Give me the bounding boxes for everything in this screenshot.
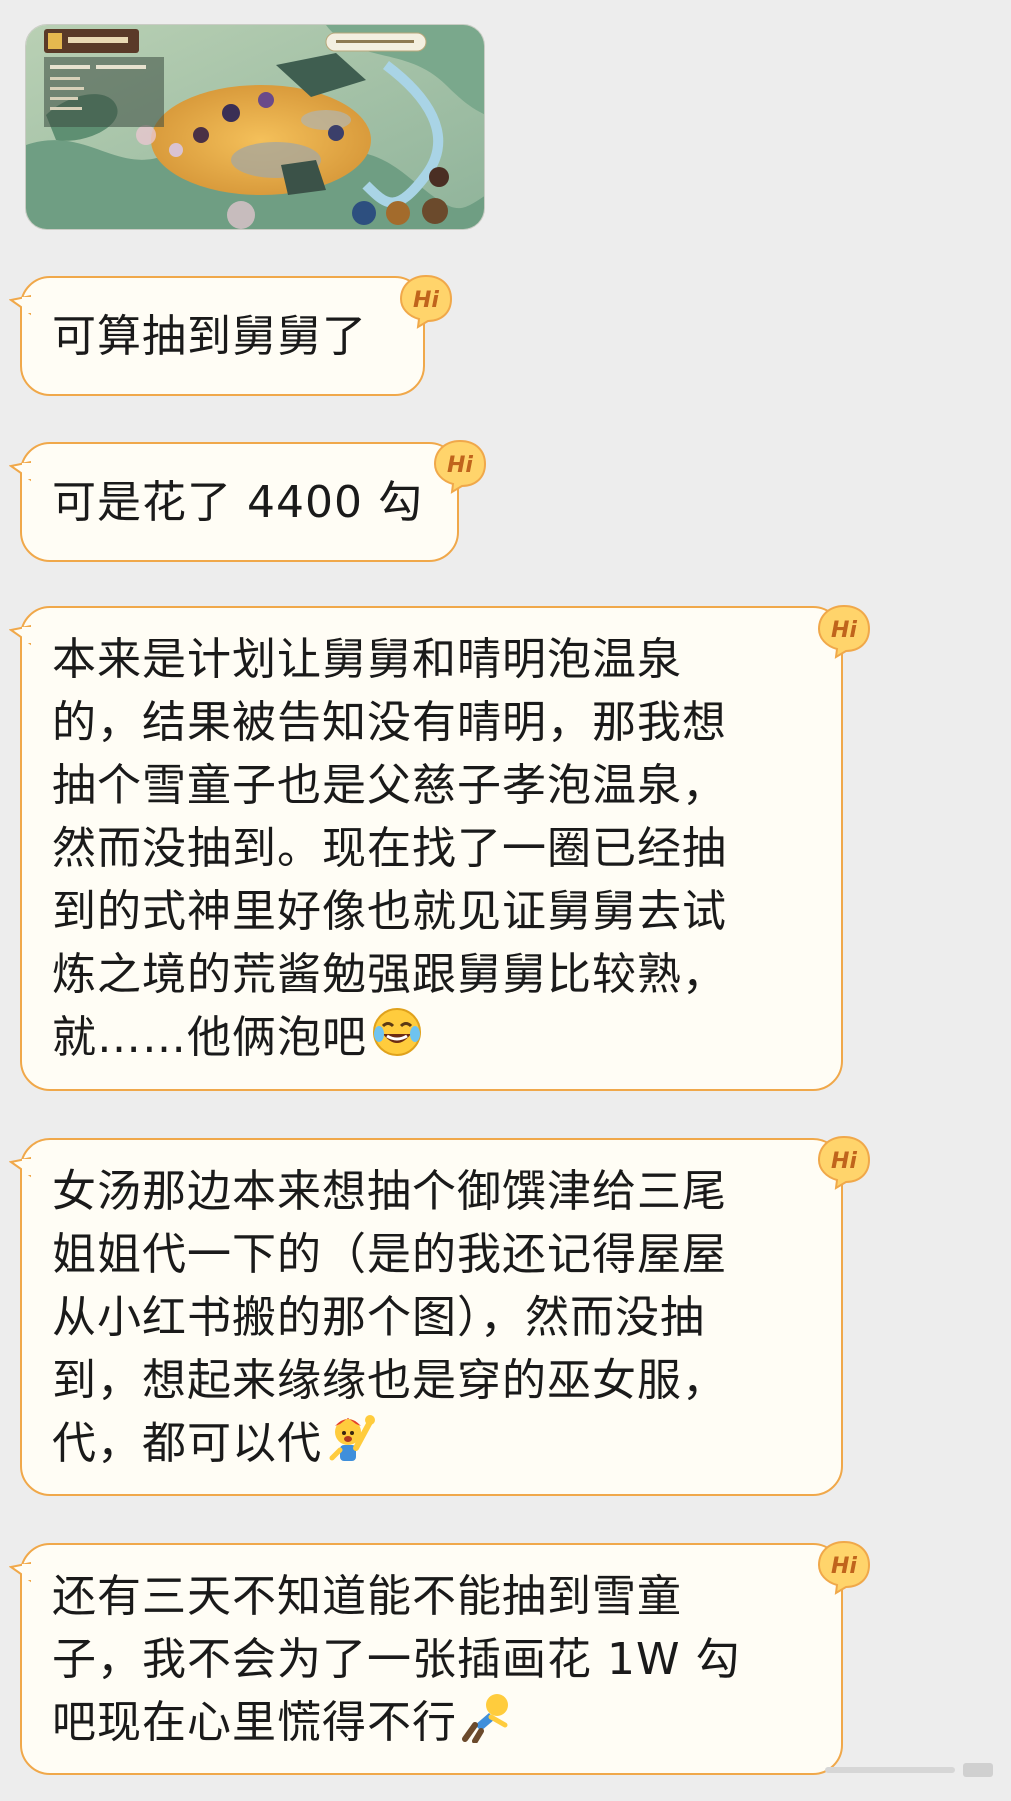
cheering-person-emoji [329,1415,375,1461]
bubble-tail [9,294,31,316]
hi-badge-icon: Hi [398,273,454,329]
message-bubble[interactable]: 可是花了 4400 勾 [9,442,459,562]
bubble-tail [9,460,31,482]
bubble-tail [9,624,31,646]
hi-badge-icon: Hi [816,1539,872,1595]
message-text: 可算抽到舅舅了 [52,310,367,362]
chat-image-thumbnail[interactable] [25,24,485,230]
game-screenshot-icon [26,25,484,229]
bubble-tail [9,1561,31,1583]
hi-badge-icon: Hi [432,438,488,494]
svg-text:Hi: Hi [447,453,473,478]
bubble-tail [9,1156,31,1178]
message-bubble[interactable]: 女汤那边本来想抽个御馔津给三尾 姐姐代一下的（是的我还记得屋屋 从小红书搬的那个… [9,1138,843,1496]
hi-badge-icon: Hi [816,603,872,659]
svg-text:Hi: Hi [413,288,439,313]
message-text: 可是花了 4400 勾 [52,476,423,528]
hi-badge-icon: Hi [816,1134,872,1190]
svg-text:Hi: Hi [831,1149,857,1174]
svg-text:Hi: Hi [831,1554,857,1579]
tears-of-joy-emoji [373,1008,421,1056]
message-text: 还有三天不知道能不能抽到雪童 子，我不会为了一张插画花 1W 勾 吧现在心里慌得… [52,1571,741,1748]
message-bubble[interactable]: 还有三天不知道能不能抽到雪童 子，我不会为了一张插画花 1W 勾 吧现在心里慌得… [9,1543,843,1775]
message-bubble[interactable]: 可算抽到舅舅了 [9,276,425,396]
watermark-icon [825,1763,993,1777]
distressed-person-emoji [462,1694,508,1743]
svg-text:Hi: Hi [831,618,857,643]
message-text: 女汤那边本来想抽个御馔津给三尾 姐姐代一下的（是的我还记得屋屋 从小红书搬的那个… [52,1166,727,1469]
message-text: 本来是计划让舅舅和晴明泡温泉 的，结果被告知没有晴明，那我想 抽个雪童子也是父慈… [52,634,727,1063]
message-bubble[interactable]: 本来是计划让舅舅和晴明泡温泉 的，结果被告知没有晴明，那我想 抽个雪童子也是父慈… [9,606,843,1091]
